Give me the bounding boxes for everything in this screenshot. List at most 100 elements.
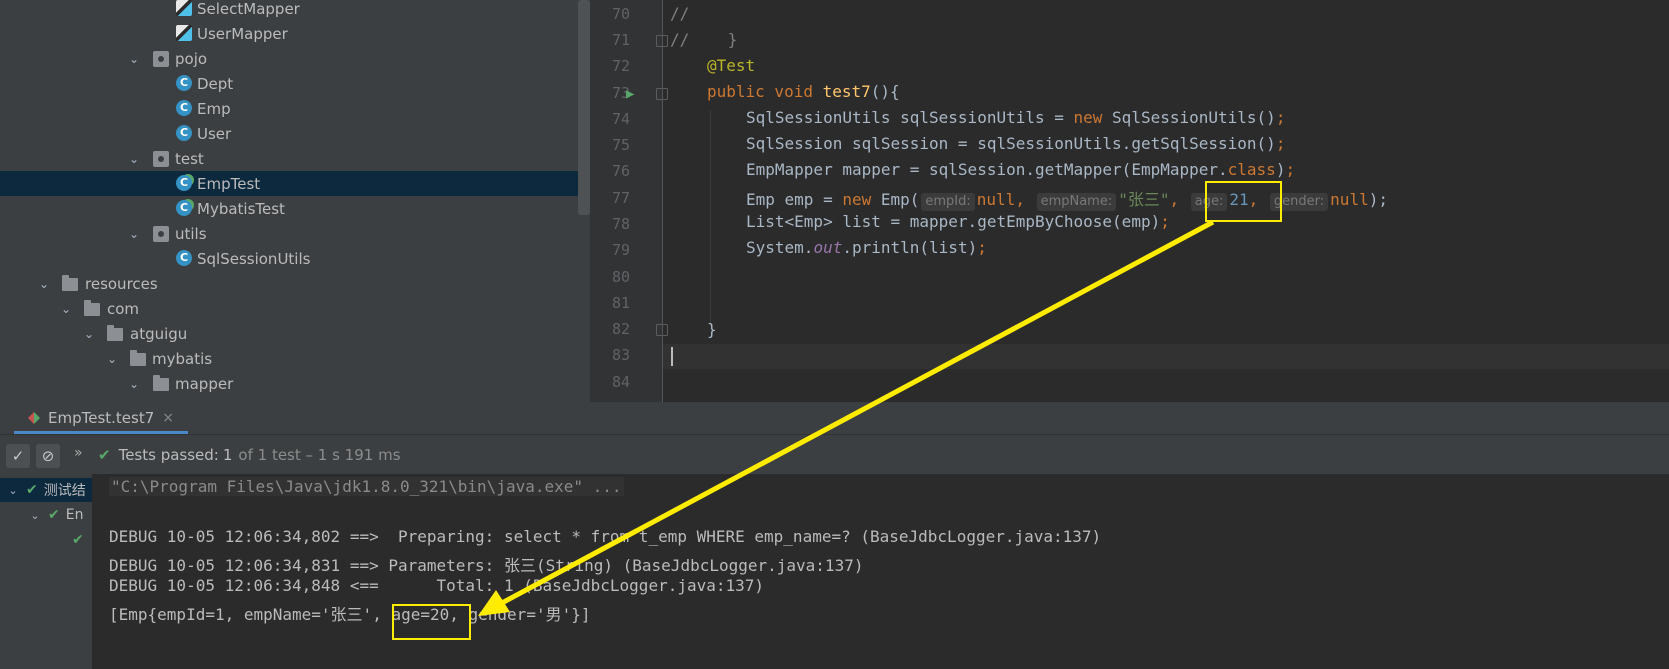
- tree-item-emptest[interactable]: C EmpTest: [0, 171, 578, 196]
- fold-marker-icon[interactable]: [656, 324, 668, 336]
- tree-item-resources[interactable]: ⌄ resources: [0, 271, 578, 296]
- test-class-icon: C: [176, 200, 192, 216]
- run-tab-bar: EmpTest.test7 ×: [0, 402, 1669, 434]
- tree-item-label: Emp: [197, 99, 231, 118]
- test-status: ✔ Tests passed: 1 of 1 test – 1 s 191 ms: [98, 446, 401, 464]
- mapper-xml-icon: [176, 0, 192, 16]
- mapper-xml-icon: [176, 25, 192, 41]
- highlight-box-age-20: [392, 604, 471, 640]
- folder-icon: [84, 300, 100, 316]
- tree-item-user[interactable]: C User: [0, 121, 578, 146]
- folder-icon: [107, 325, 123, 341]
- tree-item-mybatistest[interactable]: C MybatisTest: [0, 196, 578, 221]
- code-token: Emp(: [880, 190, 920, 209]
- tree-item-dept[interactable]: C Dept: [0, 71, 578, 96]
- code-token: SqlSessionUtils(): [1112, 108, 1276, 127]
- comma-token: ,: [1169, 190, 1189, 209]
- tree-item-usermapper[interactable]: UserMapper: [0, 21, 578, 46]
- tree-item-emp[interactable]: C Emp: [0, 96, 578, 121]
- close-icon[interactable]: ×: [162, 410, 174, 426]
- semicolon-token: ;: [1275, 134, 1286, 153]
- highlight-box-age-21: [1205, 181, 1282, 222]
- package-icon: [153, 151, 169, 167]
- tree-item-test[interactable]: ⌄ test: [0, 146, 578, 171]
- tab-emptest-test7[interactable]: EmpTest.test7 ×: [28, 406, 174, 430]
- fold-marker-icon[interactable]: [656, 88, 668, 100]
- chevron-down-icon[interactable]: ⌄: [128, 228, 140, 240]
- chevron-down-icon[interactable]: ⌄: [6, 484, 20, 497]
- tree-item-com[interactable]: ⌄ com: [0, 296, 578, 321]
- semicolon-token: ;: [1160, 212, 1170, 231]
- keyword-token: public void: [707, 82, 823, 101]
- keyword-token: null: [976, 190, 1016, 209]
- tree-item-label: atguigu: [130, 324, 188, 343]
- chevron-down-icon[interactable]: ⌄: [106, 353, 118, 365]
- chevron-down-icon[interactable]: ⌄: [128, 153, 140, 165]
- test-tree-root[interactable]: ⌄ ✔ 测试结: [0, 478, 92, 502]
- tree-scrollbar[interactable]: [578, 0, 590, 215]
- more-icon[interactable]: »: [74, 445, 83, 461]
- tree-item-mybatis[interactable]: ⌄ mybatis: [0, 346, 578, 371]
- line-number: 75: [611, 136, 630, 154]
- param-hint-empname: empName:: [1036, 193, 1117, 211]
- line-number: 79: [611, 241, 630, 259]
- test-tree-method[interactable]: ✔: [72, 528, 90, 552]
- status-detail: of 1 test – 1 s 191 ms: [238, 446, 401, 464]
- code-token: List<Emp> list = mapper.getEmpByChoose(e…: [746, 212, 1161, 231]
- code-token: Emp emp =: [746, 190, 843, 209]
- tree-item-utils[interactable]: ⌄ utils: [0, 221, 578, 246]
- tree-item-atguigu[interactable]: ⌄ atguigu: [0, 321, 578, 346]
- line-number: 81: [611, 294, 630, 312]
- code-line-82: }: [707, 320, 717, 339]
- test-tree-label: En: [65, 507, 84, 523]
- keyword-token: new: [1073, 108, 1113, 127]
- folder-icon: [130, 350, 146, 366]
- tree-item-pojo[interactable]: ⌄ pojo: [0, 46, 578, 71]
- code-editor[interactable]: 70 71 72 73 74 75 76 77 78 79 80 81 82 8…: [590, 0, 1669, 402]
- fold-marker-icon[interactable]: [656, 35, 668, 47]
- semicolon-token: ;: [977, 238, 987, 257]
- line-number: 77: [611, 189, 630, 207]
- show-ignored-button[interactable]: ⊘: [36, 444, 60, 468]
- tree-item-label: User: [197, 124, 232, 143]
- line-number: 74: [611, 110, 630, 128]
- method-name-token: test7: [822, 82, 871, 101]
- chevron-down-icon[interactable]: ⌄: [83, 328, 95, 340]
- tree-item-label: MybatisTest: [197, 199, 285, 218]
- code-line-78: List<Emp> list = mapper.getEmpByChoose(e…: [746, 212, 1170, 231]
- tree-item-label: UserMapper: [197, 24, 288, 43]
- code-line-73: public void test7(){: [707, 82, 900, 101]
- chevron-down-icon[interactable]: ⌄: [60, 303, 72, 315]
- tree-item-mapper[interactable]: ⌄ mapper: [0, 371, 578, 396]
- status-count: 1: [222, 446, 233, 464]
- tree-item-sqlsessionutils[interactable]: C SqlSessionUtils: [0, 246, 578, 271]
- console-line-debug-parameters: DEBUG 10-05 12:06:34,831 ==> Parameters:…: [109, 556, 864, 575]
- show-passed-button[interactable]: ✓: [6, 444, 30, 468]
- folder-icon: [153, 375, 169, 391]
- line-number: 78: [611, 215, 630, 233]
- check-icon: ✔: [26, 482, 38, 498]
- console-line-debug-total: DEBUG 10-05 12:06:34,848 <== Total: 1 (B…: [109, 576, 765, 595]
- status-label: Tests passed:: [118, 446, 219, 464]
- semicolon-token: ;: [1285, 160, 1296, 179]
- param-hint-empid: empId:: [921, 193, 975, 211]
- run-test-icon[interactable]: ▶: [626, 86, 634, 102]
- chevron-down-icon[interactable]: ⌄: [128, 53, 140, 65]
- keyword-token: null: [1330, 190, 1369, 209]
- code-token: .println(list): [842, 238, 978, 257]
- tree-item-selectmapper[interactable]: SelectMapper: [0, 0, 578, 21]
- test-run-icon: [28, 412, 40, 424]
- tree-item-label: utils: [175, 224, 207, 243]
- test-tree-class[interactable]: ⌄ ✔ En: [28, 503, 83, 527]
- console-output[interactable]: "C:\Program Files\Java\jdk1.8.0_321\bin\…: [92, 474, 1669, 669]
- chevron-down-icon[interactable]: ⌄: [38, 278, 50, 290]
- package-icon: [153, 226, 169, 242]
- class-icon: C: [176, 75, 192, 91]
- console-line-debug-preparing: DEBUG 10-05 12:06:34,802 ==> Preparing: …: [109, 527, 1102, 546]
- code-line-74: SqlSessionUtils sqlSessionUtils = new Sq…: [746, 108, 1285, 127]
- current-line-highlight: [663, 344, 1669, 369]
- line-number: 72: [611, 57, 630, 75]
- tree-item-label: SelectMapper: [197, 0, 300, 18]
- chevron-down-icon[interactable]: ⌄: [128, 378, 140, 390]
- chevron-down-icon[interactable]: ⌄: [28, 509, 42, 522]
